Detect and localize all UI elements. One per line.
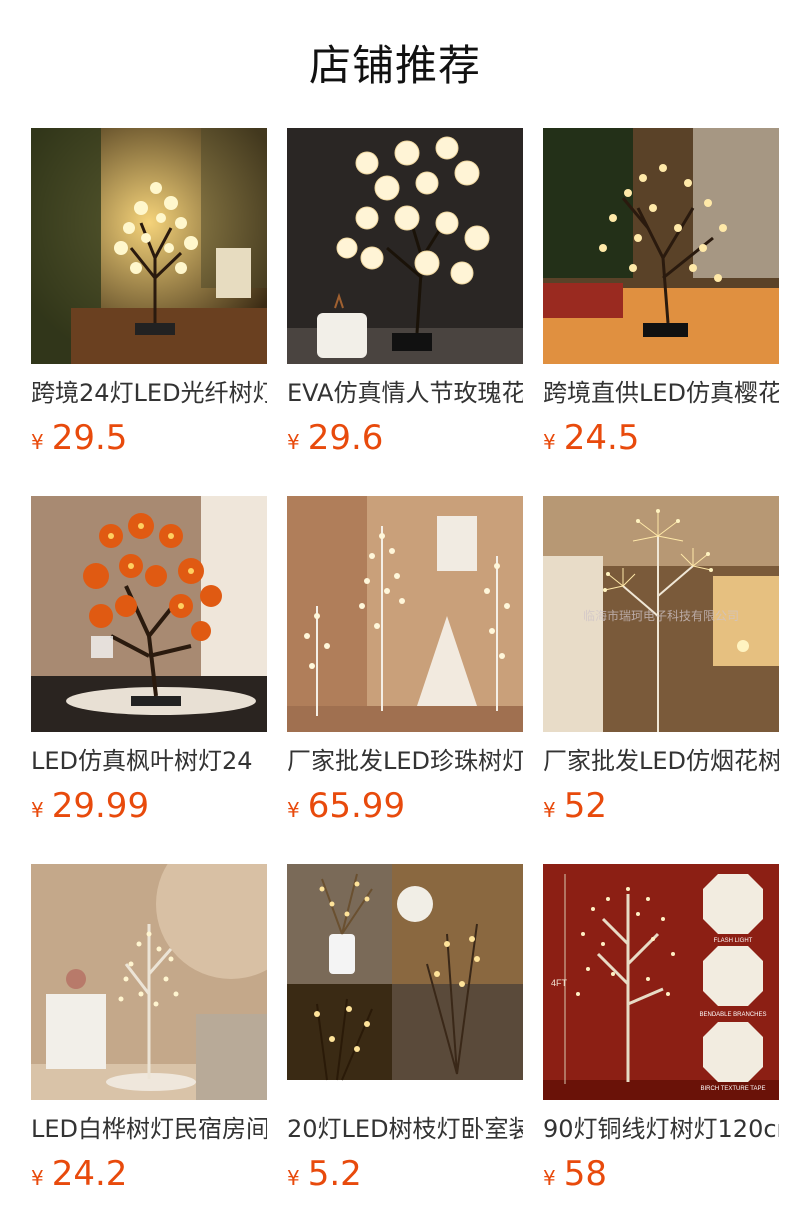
product-card[interactable]: 厂家批发LED珍珠树灯 ¥65.99 [287,496,523,864]
product-name[interactable]: LED仿真枫叶树灯24 [31,744,267,778]
product-name[interactable]: 跨境直供LED仿真樱花 [543,376,779,410]
product-price: ¥24.5 [543,418,639,462]
currency-symbol: ¥ [543,798,556,822]
product-price: ¥52 [543,786,607,830]
price-value: 29.6 [307,418,384,458]
currency-symbol: ¥ [287,798,300,822]
cherry-blossom-lamp-image[interactable] [543,128,779,364]
currency-symbol: ¥ [31,430,44,454]
price-value: 5.2 [307,1154,362,1194]
product-name[interactable]: EVA仿真情人节玫瑰花 [287,376,523,410]
product-grid: 跨境24灯LED光纤树灯 ¥29.5 EVA仿真情人节玫瑰花 ¥ 29.6 跨境… [31,128,790,1232]
product-price: ¥5.2 [287,1154,362,1198]
product-card[interactable]: LED仿真枫叶树灯24 ¥29.99 [31,496,267,864]
callout-flash-light: FLASH LIGHT [714,938,753,944]
currency-symbol: ¥ [31,1166,44,1190]
price-value: 24.5 [563,418,640,458]
pearl-tree-lamp-image[interactable] [287,496,523,732]
product-price: ¥29.6 [287,418,383,462]
product-name[interactable]: 20灯LED树枝灯卧室装 [287,1112,523,1146]
price-value: 65.99 [307,786,406,826]
callout-bendable-branches: BENDABLE BRANCHES [699,1012,766,1018]
product-card[interactable]: EVA仿真情人节玫瑰花 ¥29.6 [287,128,523,496]
currency-symbol: ¥ [287,1166,300,1190]
product-card[interactable]: 20灯LED树枝灯卧室装 ¥5.2 [287,864,523,1232]
birch-tree-lamp-image[interactable] [31,864,267,1100]
currency-symbol: ¥ [287,430,300,454]
product-price: ¥29.99 [31,786,149,830]
product-name[interactable]: 厂家批发LED珍珠树灯 [287,744,523,778]
callout-height: 4FT [551,978,568,988]
product-name[interactable]: 跨境24灯LED光纤树灯 [31,376,267,410]
product-name[interactable]: 厂家批发LED仿烟花树 [543,744,779,778]
currency-symbol: ¥ [543,430,556,454]
product-card[interactable]: 跨境24灯LED光纤树灯 ¥29.5 [31,128,267,496]
currency-symbol: ¥ [543,1166,556,1190]
rose-tree-lamp-image[interactable] [287,128,523,364]
currency-symbol: ¥ [31,798,44,822]
price-value: 29.99 [51,786,150,826]
product-card[interactable]: 临海市瑞珂电子科技有限公司 厂家批发LED仿烟花树 ¥52 [543,496,779,864]
branch-lamp-image[interactable] [287,864,523,1100]
product-card[interactable]: 4FT FLASH LIGHT BENDABLE BRANCHES BIRCH … [543,864,779,1232]
product-name[interactable]: LED白桦树灯民宿房间 [31,1112,267,1146]
product-price: ¥58 [543,1154,607,1198]
image-watermark: 临海市瑞珂电子科技有限公司 [583,608,739,623]
product-card[interactable]: LED白桦树灯民宿房间 ¥24.2 [31,864,267,1232]
price-value: 58 [563,1154,607,1194]
copper-wire-tree-lamp-image[interactable]: 4FT FLASH LIGHT BENDABLE BRANCHES BIRCH … [543,864,779,1100]
maple-tree-lamp-image[interactable] [31,496,267,732]
callout-birch-texture: BIRCH TEXTURE TAPE [700,1086,765,1092]
product-price: ¥29.5 [31,418,127,462]
product-card[interactable]: 跨境直供LED仿真樱花 ¥24.5 [543,128,779,496]
price-value: 52 [563,786,607,826]
product-price: ¥65.99 [287,786,405,830]
page-title: 店铺推荐 [308,41,481,90]
price-value: 24.2 [51,1154,128,1194]
firework-tree-lamp-image[interactable]: 临海市瑞珂电子科技有限公司 [543,496,779,732]
product-name[interactable]: 90灯铜线灯树灯120cm [543,1112,779,1146]
led-fiber-tree-lamp-image[interactable] [31,128,267,364]
price-value: 29.5 [51,418,128,458]
product-price: ¥24.2 [31,1154,127,1198]
